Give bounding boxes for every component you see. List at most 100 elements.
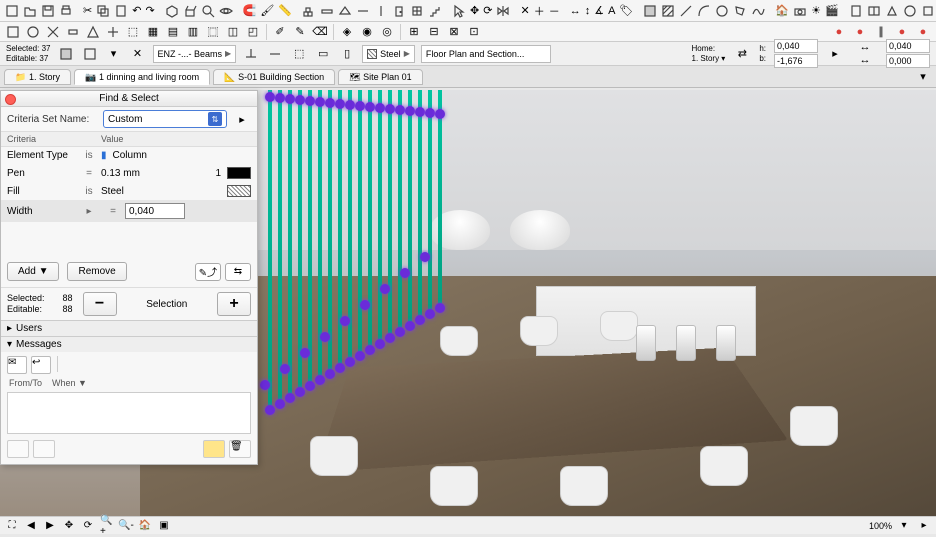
criteria-set-dropdown[interactable]: Custom ⇅ bbox=[103, 110, 227, 128]
tool-wall[interactable] bbox=[301, 2, 317, 20]
tool2-f[interactable] bbox=[104, 23, 122, 41]
criteria-row-width[interactable]: Width ▸ = bbox=[1, 200, 257, 222]
remove-button[interactable]: Remove bbox=[67, 262, 126, 281]
tool-dim-ang[interactable]: ∡ bbox=[593, 2, 605, 20]
wall-mode-icon[interactable] bbox=[57, 45, 75, 63]
stepper-icon[interactable]: ▸ bbox=[826, 45, 844, 63]
tab-site-plan[interactable]: 🗺Site Plan 01 bbox=[338, 69, 423, 85]
tab-options-icon[interactable]: ▾ bbox=[914, 68, 932, 86]
tool-search[interactable] bbox=[200, 2, 216, 20]
tool-dim-h[interactable]: ↔ bbox=[569, 2, 582, 20]
tool-x[interactable]: ✕ bbox=[519, 2, 530, 20]
tool2-b[interactable] bbox=[24, 23, 42, 41]
tool-magnet[interactable]: 🧲 bbox=[242, 2, 258, 20]
tool-roof[interactable] bbox=[337, 2, 353, 20]
tool-home[interactable]: 🏠 bbox=[774, 2, 790, 20]
tool-measure[interactable]: 📏 bbox=[277, 2, 293, 20]
options-icon[interactable]: ▾ bbox=[105, 45, 123, 63]
tool2-n[interactable]: ✐ bbox=[271, 23, 289, 41]
offset-bot-icon[interactable]: ↔ bbox=[852, 54, 878, 66]
tool-elevation[interactable] bbox=[884, 2, 900, 20]
tool-eye[interactable] bbox=[218, 2, 234, 20]
offset1-input[interactable] bbox=[886, 39, 930, 53]
criteria-row-fill[interactable]: Fill is Steel bbox=[1, 182, 257, 200]
nav-prev-icon[interactable]: ◀ bbox=[23, 518, 39, 534]
tool-cube[interactable] bbox=[164, 2, 180, 20]
tool2-p[interactable]: ⌫ bbox=[311, 23, 329, 41]
tool-text[interactable]: A bbox=[607, 2, 616, 20]
tool-beam[interactable] bbox=[355, 2, 371, 20]
tool-paint[interactable]: 🖌 bbox=[259, 2, 275, 20]
tool-label[interactable]: 🏷 bbox=[618, 2, 634, 20]
msg-flag-icon[interactable] bbox=[203, 440, 225, 458]
tool2-d[interactable] bbox=[64, 23, 82, 41]
nav-zoom-in-icon[interactable]: 🔍+ bbox=[99, 518, 115, 534]
tool2-a[interactable] bbox=[4, 23, 22, 41]
tool2-h[interactable]: ▦ bbox=[144, 23, 162, 41]
tool-save[interactable] bbox=[40, 2, 56, 20]
tool2-j[interactable]: ▥ bbox=[184, 23, 202, 41]
tool-door[interactable] bbox=[391, 2, 407, 20]
offset2-input[interactable] bbox=[886, 54, 930, 68]
tool2-k[interactable]: ⿴ bbox=[204, 23, 222, 41]
msg-action-1[interactable] bbox=[7, 440, 29, 458]
tool2-w[interactable]: ⊡ bbox=[465, 23, 483, 41]
tool-stair[interactable] bbox=[427, 2, 443, 20]
tool-line[interactable] bbox=[678, 2, 694, 20]
h-input[interactable] bbox=[774, 39, 818, 53]
panel-titlebar[interactable]: Find & Select bbox=[1, 91, 257, 107]
nav-extents-icon[interactable]: ▣ bbox=[156, 518, 172, 534]
tool-spline[interactable] bbox=[750, 2, 766, 20]
tool-fill[interactable] bbox=[642, 2, 658, 20]
zoom-menu-icon[interactable]: ▾ bbox=[896, 518, 912, 534]
tool-slab[interactable] bbox=[319, 2, 335, 20]
tool-plus[interactable]: ＋ bbox=[533, 2, 546, 20]
tool-sun[interactable]: ☀ bbox=[810, 2, 822, 20]
tool-paste[interactable] bbox=[113, 2, 129, 20]
msg-new-icon[interactable]: ✉ bbox=[7, 356, 27, 374]
cross-icon[interactable]: ✕ bbox=[129, 45, 147, 63]
criteria-row-element-type[interactable]: Element Type is ▮Column bbox=[1, 147, 257, 164]
tool2-red1[interactable]: ● bbox=[830, 23, 848, 41]
tool2-g[interactable]: ⬚ bbox=[124, 23, 142, 41]
tool-rotate[interactable]: ⟳ bbox=[482, 2, 493, 20]
when-label[interactable]: When ▼ bbox=[52, 378, 87, 388]
criteria-row-pen[interactable]: Pen = 0.13 mm1 bbox=[1, 164, 257, 182]
tool2-l[interactable]: ◫ bbox=[224, 23, 242, 41]
width-input[interactable] bbox=[125, 203, 185, 219]
construct-2-icon[interactable]: ▭ bbox=[314, 45, 332, 63]
view-combo[interactable]: Floor Plan and Section... bbox=[421, 45, 551, 63]
offset-top-icon[interactable]: ↔ bbox=[852, 41, 878, 53]
nav-zoom-out-icon[interactable]: 🔍- bbox=[118, 518, 134, 534]
nav-orbit-icon[interactable]: ⟳ bbox=[80, 518, 96, 534]
add-to-selection-button[interactable]: + bbox=[217, 292, 251, 316]
tool2-v[interactable]: ⊠ bbox=[445, 23, 463, 41]
tab-story[interactable]: 📁1. Story bbox=[4, 69, 71, 85]
tool-render[interactable]: 🎬 bbox=[824, 2, 840, 20]
tool-interior[interactable] bbox=[920, 2, 936, 20]
nav-next-icon[interactable]: ▶ bbox=[42, 518, 58, 534]
msg-reply-icon[interactable]: ↩ bbox=[31, 356, 51, 374]
tool-column[interactable] bbox=[373, 2, 389, 20]
nav-right-icon[interactable]: ▸ bbox=[916, 518, 932, 534]
b-input[interactable] bbox=[774, 54, 818, 68]
wire-mode-icon[interactable] bbox=[81, 45, 99, 63]
messages-header[interactable]: ▾Messages bbox=[1, 337, 257, 352]
tool2-r[interactable]: ◉ bbox=[358, 23, 376, 41]
tool-move[interactable]: ✥ bbox=[469, 2, 480, 20]
msg-action-2[interactable] bbox=[33, 440, 55, 458]
tool-camera[interactable] bbox=[792, 2, 808, 20]
construct-3-icon[interactable]: ▯ bbox=[338, 45, 356, 63]
messages-list[interactable] bbox=[7, 392, 251, 434]
tool-copy[interactable] bbox=[95, 2, 111, 20]
link-axis-icon[interactable]: ⇄ bbox=[733, 45, 751, 63]
nav-home-icon[interactable]: 🏠 bbox=[137, 518, 153, 534]
tool-section[interactable] bbox=[866, 2, 882, 20]
profile-b-icon[interactable] bbox=[266, 45, 284, 63]
tool-new[interactable] bbox=[4, 2, 20, 20]
close-icon[interactable] bbox=[5, 94, 16, 105]
msg-delete-icon[interactable]: 🗑 bbox=[229, 440, 251, 458]
tab-living-room[interactable]: 📷1 dinning and living room bbox=[74, 69, 210, 85]
remove-from-selection-button[interactable]: − bbox=[83, 292, 117, 316]
tool2-q[interactable]: ◈ bbox=[338, 23, 356, 41]
